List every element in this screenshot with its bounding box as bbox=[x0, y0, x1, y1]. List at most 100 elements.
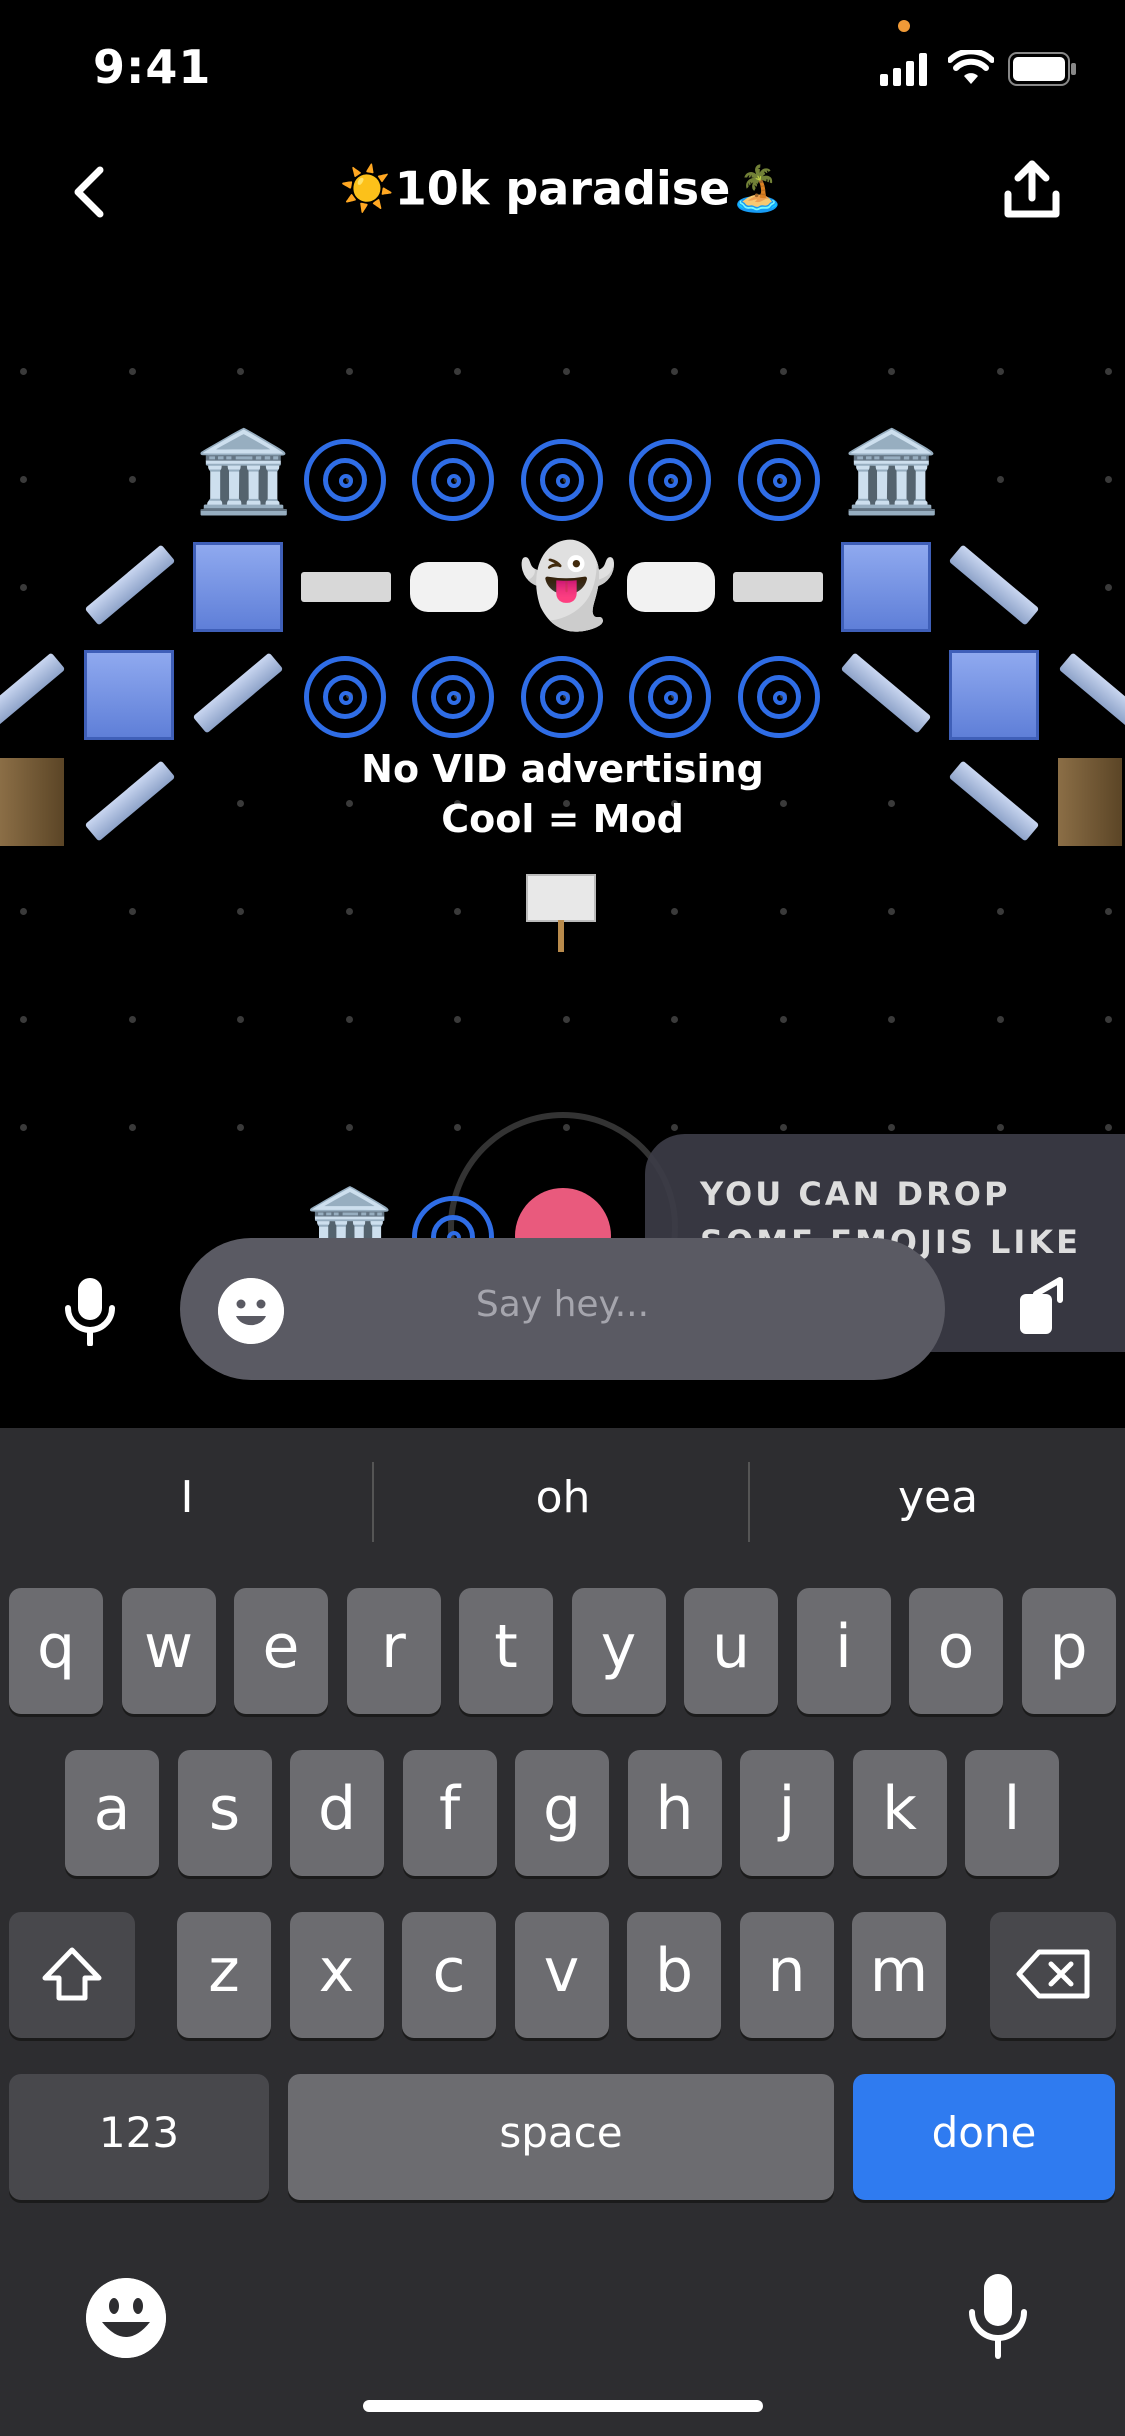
building-emoji: 🏛️ bbox=[842, 425, 942, 518]
key-a[interactable]: a bbox=[65, 1750, 159, 1876]
ruler-emoji bbox=[1058, 652, 1125, 734]
key-v[interactable]: v bbox=[514, 1912, 609, 2038]
grid-dot bbox=[237, 1016, 244, 1023]
grid-dot bbox=[1105, 368, 1112, 375]
grid-dot bbox=[1105, 908, 1112, 915]
key-c[interactable]: c bbox=[402, 1912, 496, 2038]
key-s[interactable]: s bbox=[177, 1750, 272, 1876]
home-indicator[interactable] bbox=[363, 2400, 763, 2412]
microphone-icon[interactable] bbox=[62, 1276, 118, 1346]
key-f[interactable]: f bbox=[402, 1750, 497, 1876]
ghost-emoji: 👻 bbox=[518, 539, 618, 632]
grid-dot bbox=[780, 368, 787, 375]
key-e[interactable]: e bbox=[234, 1588, 328, 1714]
grid-dot bbox=[237, 368, 244, 375]
grid-dot bbox=[454, 1016, 461, 1023]
hand-gesture-icon[interactable] bbox=[1012, 1276, 1068, 1336]
key-d[interactable]: d bbox=[290, 1750, 384, 1876]
pill-emoji bbox=[410, 562, 498, 612]
grid-dot bbox=[997, 1016, 1004, 1023]
key-k[interactable]: k bbox=[852, 1750, 947, 1876]
glass-block-emoji bbox=[193, 542, 283, 632]
sign-message-line-1: No VID advertising bbox=[361, 747, 764, 791]
page-title-text: 10k paradise bbox=[394, 161, 731, 216]
key-h[interactable]: h bbox=[627, 1750, 722, 1876]
done-key[interactable]: done bbox=[853, 2074, 1115, 2200]
suggestion-2[interactable]: oh bbox=[376, 1472, 750, 1523]
dictation-microphone-icon[interactable] bbox=[966, 2270, 1030, 2360]
shift-arrow-icon bbox=[42, 1947, 102, 2001]
key-p[interactable]: p bbox=[1021, 1588, 1116, 1714]
grid-dot bbox=[563, 368, 570, 375]
glass-block-emoji bbox=[949, 650, 1039, 740]
grid-dot bbox=[671, 908, 678, 915]
key-i[interactable]: i bbox=[796, 1588, 891, 1714]
signpost-pole bbox=[558, 920, 564, 952]
message-input-placeholder: Say hey... bbox=[475, 1284, 650, 1325]
key-z[interactable]: z bbox=[177, 1912, 271, 2038]
grid-dot bbox=[129, 1016, 136, 1023]
signpost-emoji[interactable] bbox=[526, 874, 596, 922]
share-icon[interactable] bbox=[1002, 160, 1062, 220]
key-j[interactable]: j bbox=[740, 1750, 834, 1876]
grid-dot bbox=[1105, 476, 1112, 483]
grid-dot bbox=[454, 908, 461, 915]
spiral-emoji bbox=[304, 656, 386, 738]
spiral-emoji bbox=[738, 656, 820, 738]
key-l[interactable]: l bbox=[965, 1750, 1059, 1876]
key-u[interactable]: u bbox=[684, 1588, 778, 1714]
slab-emoji bbox=[301, 572, 391, 602]
slab-emoji bbox=[733, 572, 823, 602]
grid-dot bbox=[997, 368, 1004, 375]
building-emoji: 🏛️ bbox=[194, 425, 294, 518]
spiral-emoji bbox=[304, 439, 386, 521]
grid-dot bbox=[454, 1124, 461, 1131]
spiral-emoji bbox=[521, 439, 603, 521]
grid-dot bbox=[671, 1016, 678, 1023]
grid-dot bbox=[20, 1016, 27, 1023]
suggestion-1[interactable]: I bbox=[0, 1472, 374, 1523]
grid-dot bbox=[780, 1124, 787, 1131]
emoji-picker-icon[interactable] bbox=[218, 1278, 284, 1344]
ruler-emoji bbox=[192, 652, 284, 734]
key-r[interactable]: r bbox=[346, 1588, 441, 1714]
sign-message-line-2: Cool = Mod bbox=[441, 797, 684, 841]
grid-dot bbox=[346, 368, 353, 375]
grid-dot bbox=[20, 584, 27, 591]
grid-dot bbox=[997, 908, 1004, 915]
key-m[interactable]: m bbox=[852, 1912, 946, 2038]
island-emoji: 🏝️ bbox=[730, 163, 786, 215]
key-t[interactable]: t bbox=[459, 1588, 553, 1714]
grid-dot bbox=[129, 476, 136, 483]
suggestion-divider bbox=[748, 1462, 750, 1542]
spiral-emoji bbox=[629, 439, 711, 521]
numbers-key[interactable]: 123 bbox=[9, 2074, 269, 2200]
grid-dot bbox=[129, 368, 136, 375]
key-x[interactable]: x bbox=[289, 1912, 384, 2038]
space-key[interactable]: space bbox=[288, 2074, 834, 2200]
key-b[interactable]: b bbox=[627, 1912, 721, 2038]
grid-dot bbox=[20, 368, 27, 375]
suggestion-3[interactable]: yea bbox=[751, 1472, 1125, 1523]
spiral-emoji bbox=[629, 656, 711, 738]
key-n[interactable]: n bbox=[739, 1912, 834, 2038]
wifi-icon bbox=[948, 50, 994, 84]
key-q[interactable]: q bbox=[9, 1588, 103, 1714]
ruler-emoji bbox=[84, 544, 176, 626]
grid-dot bbox=[346, 1124, 353, 1131]
shift-key[interactable] bbox=[9, 1912, 135, 2038]
ruler-emoji bbox=[0, 652, 66, 734]
key-g[interactable]: g bbox=[515, 1750, 609, 1876]
spiral-emoji bbox=[412, 656, 494, 738]
cellular-signal-icon bbox=[880, 53, 927, 86]
backspace-icon bbox=[1016, 1949, 1090, 1999]
delete-key[interactable] bbox=[990, 1912, 1116, 2038]
emoji-keyboard-icon[interactable] bbox=[86, 2278, 166, 2358]
key-y[interactable]: y bbox=[571, 1588, 666, 1714]
grid-dot bbox=[780, 908, 787, 915]
grid-dot bbox=[346, 1016, 353, 1023]
battery-icon bbox=[1008, 52, 1076, 86]
grid-dot bbox=[888, 368, 895, 375]
key-w[interactable]: w bbox=[121, 1588, 216, 1714]
key-o[interactable]: o bbox=[909, 1588, 1003, 1714]
